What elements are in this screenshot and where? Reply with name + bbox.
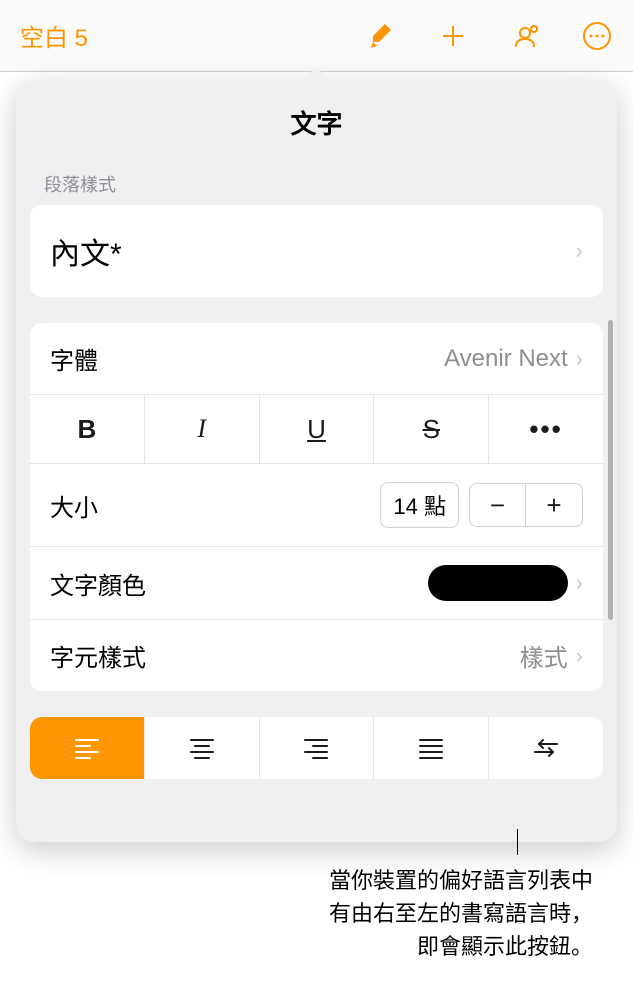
chevron-right-icon: › [576, 570, 583, 596]
paragraph-style-section-label: 段落樣式 [16, 171, 617, 205]
callout-line-2: 有由右至左的書寫語言時， [329, 897, 593, 930]
text-color-value-wrap: › [428, 565, 583, 601]
align-center-button[interactable] [145, 717, 260, 779]
size-value[interactable]: 14 點 [380, 482, 459, 528]
chevron-right-icon: › [576, 346, 583, 372]
callout-line-3: 即會顯示此按鈕。 [329, 930, 593, 963]
alignment-card [30, 717, 603, 779]
toolbar-actions [365, 20, 613, 52]
paragraph-style-card: 內文* › [30, 205, 603, 297]
underline-button[interactable]: U [260, 395, 375, 463]
size-controls: 14 點 − + [380, 482, 583, 528]
format-brush-icon[interactable] [365, 20, 397, 52]
size-increase-button[interactable]: + [526, 484, 582, 526]
color-swatch [428, 565, 568, 601]
align-justify-button[interactable] [374, 717, 489, 779]
char-style-label: 字元樣式 [50, 638, 146, 673]
size-row: 大小 14 點 − + [30, 464, 603, 547]
align-left-button[interactable] [30, 717, 145, 779]
strikethrough-button[interactable]: S [374, 395, 489, 463]
chevron-right-icon: › [576, 238, 583, 264]
chevron-right-icon: › [576, 643, 583, 669]
paragraph-style-value: 內文* [50, 229, 122, 273]
format-panel: 文字 段落樣式 內文* › 字體 Avenir Next › B I U S •… [16, 80, 617, 842]
size-decrease-button[interactable]: − [470, 484, 526, 526]
bold-button[interactable]: B [30, 395, 145, 463]
more-icon[interactable] [581, 20, 613, 52]
callout-line-1: 當你裝置的偏好語言列表中 [329, 864, 593, 897]
collaborate-icon[interactable] [509, 20, 541, 52]
font-value-wrap: Avenir Next › [444, 345, 583, 373]
char-style-value-wrap: 樣式 › [520, 638, 583, 673]
scroll-indicator[interactable] [608, 320, 613, 620]
font-card: 字體 Avenir Next › B I U S ••• 大小 14 點 − + [30, 323, 603, 691]
align-right-button[interactable] [260, 717, 375, 779]
italic-button[interactable]: I [145, 395, 260, 463]
paragraph-style-row[interactable]: 內文* › [30, 205, 603, 297]
char-style-row[interactable]: 字元樣式 樣式 › [30, 620, 603, 691]
font-row[interactable]: 字體 Avenir Next › [30, 323, 603, 395]
text-color-row[interactable]: 文字顏色 › [30, 547, 603, 620]
callout-leader-line [517, 829, 518, 855]
add-icon[interactable] [437, 20, 469, 52]
char-style-value: 樣式 [520, 638, 568, 673]
popover-arrow [304, 68, 328, 82]
text-style-row: B I U S ••• [30, 395, 603, 464]
text-color-label: 文字顏色 [50, 566, 146, 601]
font-value: Avenir Next [444, 345, 568, 373]
size-stepper: − + [469, 483, 583, 527]
toolbar: 空白 5 [0, 0, 633, 72]
text-direction-button[interactable] [489, 717, 603, 779]
document-title[interactable]: 空白 5 [20, 18, 88, 53]
size-label: 大小 [50, 488, 98, 523]
font-label: 字體 [50, 341, 98, 376]
more-styles-button[interactable]: ••• [489, 395, 603, 463]
callout-text: 當你裝置的偏好語言列表中 有由右至左的書寫語言時， 即會顯示此按鈕。 [329, 864, 593, 963]
